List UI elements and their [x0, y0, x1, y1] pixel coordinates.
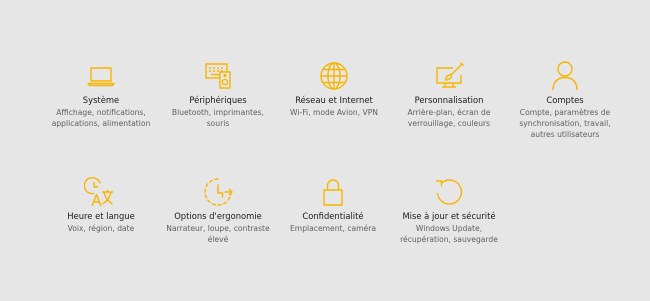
settings-tile-heure-langue[interactable]: Heure et langue Voix, région, date [44, 175, 158, 234]
tile-description: Wi-Fi, mode Avion, VPN [290, 108, 378, 117]
time-language-icon [84, 175, 118, 209]
tile-title: Comptes [546, 95, 584, 105]
tile-description: Emplacement, caméra [290, 224, 376, 233]
settings-tile-confidentialite[interactable]: Confidentialité Emplacement, caméra [276, 175, 390, 234]
settings-tile-peripheriques[interactable]: Périphériques Bluetooth, imprimantes, so… [161, 59, 275, 129]
update-icon [432, 175, 466, 209]
ease-of-access-icon [201, 175, 235, 209]
tile-description: Arrière-plan, écran de verrouillage, cou… [407, 108, 491, 129]
tile-description: Narrateur, loupe, contraste élevé [166, 224, 270, 245]
globe-icon [317, 59, 351, 93]
settings-tile-ergonomie[interactable]: Options d'ergonomie Narrateur, loupe, co… [161, 175, 275, 245]
tile-title: Personnalisation [414, 95, 484, 105]
lock-icon [316, 175, 350, 209]
tile-description: Windows Update, récupération, sauvegarde [400, 224, 498, 245]
tile-title: Confidentialité [302, 211, 364, 221]
tile-title: Réseau et Internet [295, 95, 373, 105]
settings-tile-systeme[interactable]: Système Affichage, notifications, applic… [44, 59, 158, 129]
tile-description: Compte, paramètres de synchronisation, t… [519, 108, 611, 140]
tile-title: Heure et langue [67, 211, 135, 221]
tile-description: Affichage, notifications, applications, … [51, 108, 151, 129]
laptop-icon [84, 59, 118, 93]
tile-title: Périphériques [189, 95, 247, 105]
tile-title: Options d'ergonomie [174, 211, 262, 221]
tile-title: Mise à jour et sécurité [402, 211, 496, 221]
settings-tile-comptes[interactable]: Comptes Compte, paramètres de synchronis… [508, 59, 622, 141]
settings-tile-personnalisation[interactable]: Personnalisation Arrière-plan, écran de … [392, 59, 506, 129]
settings-tile-reseau[interactable]: Réseau et Internet Wi-Fi, mode Avion, VP… [277, 59, 391, 118]
tile-title: Système [82, 95, 120, 105]
devices-icon [201, 59, 235, 93]
tile-description: Voix, région, date [67, 224, 135, 233]
paint-icon [432, 59, 466, 93]
tile-description: Bluetooth, imprimantes, souris [171, 108, 265, 129]
settings-tile-mise-a-jour[interactable]: Mise à jour et sécurité Windows Update, … [392, 175, 506, 245]
person-icon [548, 59, 582, 93]
